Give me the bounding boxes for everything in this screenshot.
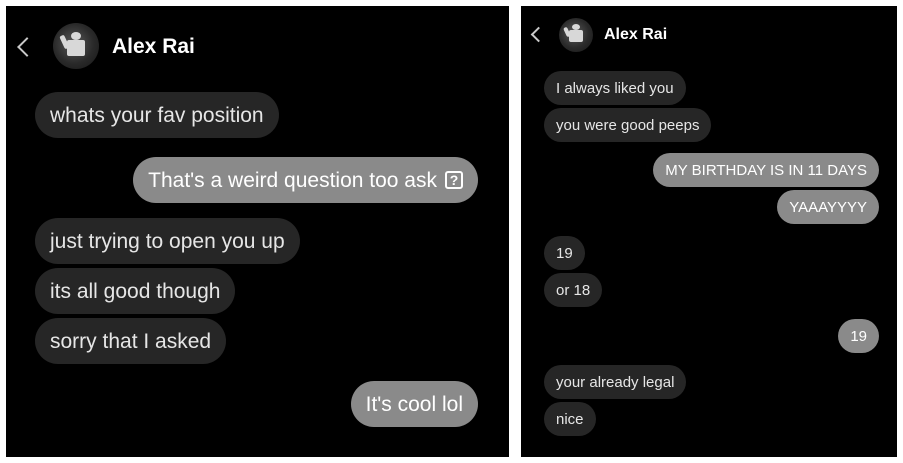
right-chat-screenshot: Alex Rai I always liked you you were goo… — [521, 6, 897, 457]
message-bubble-incoming: just trying to open you up — [35, 218, 300, 264]
message-bubble-incoming: nice — [544, 402, 596, 436]
message-text: That's a weird question too ask — [148, 168, 437, 192]
contact-name[interactable]: Alex Rai — [604, 26, 667, 44]
message-bubble-outgoing: YAAAYYYY — [777, 190, 879, 224]
message-bubble-incoming: you were good peeps — [544, 108, 712, 142]
message-bubble-incoming: or 18 — [544, 273, 603, 307]
avatar[interactable] — [559, 18, 593, 52]
question-box-icon: ? — [445, 171, 463, 189]
back-arrow-icon[interactable] — [530, 26, 547, 43]
message-bubble-outgoing: That's a weird question too ask ? — [133, 157, 478, 203]
message-bubble-incoming: I always liked you — [544, 71, 686, 105]
message-bubble-incoming: its all good though — [35, 268, 236, 314]
message-bubble-outgoing: It's cool lol — [350, 381, 478, 427]
message-bubble-incoming: your already legal — [544, 365, 687, 399]
avatar[interactable] — [53, 23, 99, 69]
message-bubble-outgoing: MY BIRTHDAY IS IN 11 DAYS — [653, 153, 879, 187]
back-arrow-icon[interactable] — [17, 37, 37, 57]
message-bubble-incoming: sorry that I asked — [35, 318, 227, 364]
contact-name[interactable]: Alex Rai — [112, 35, 195, 59]
message-bubble-incoming: whats your fav position — [35, 92, 279, 138]
message-bubble-incoming: 19 — [544, 236, 585, 270]
message-bubble-outgoing: 19 — [838, 319, 879, 353]
left-chat-screenshot: Alex Rai whats your fav position That's … — [6, 6, 509, 457]
